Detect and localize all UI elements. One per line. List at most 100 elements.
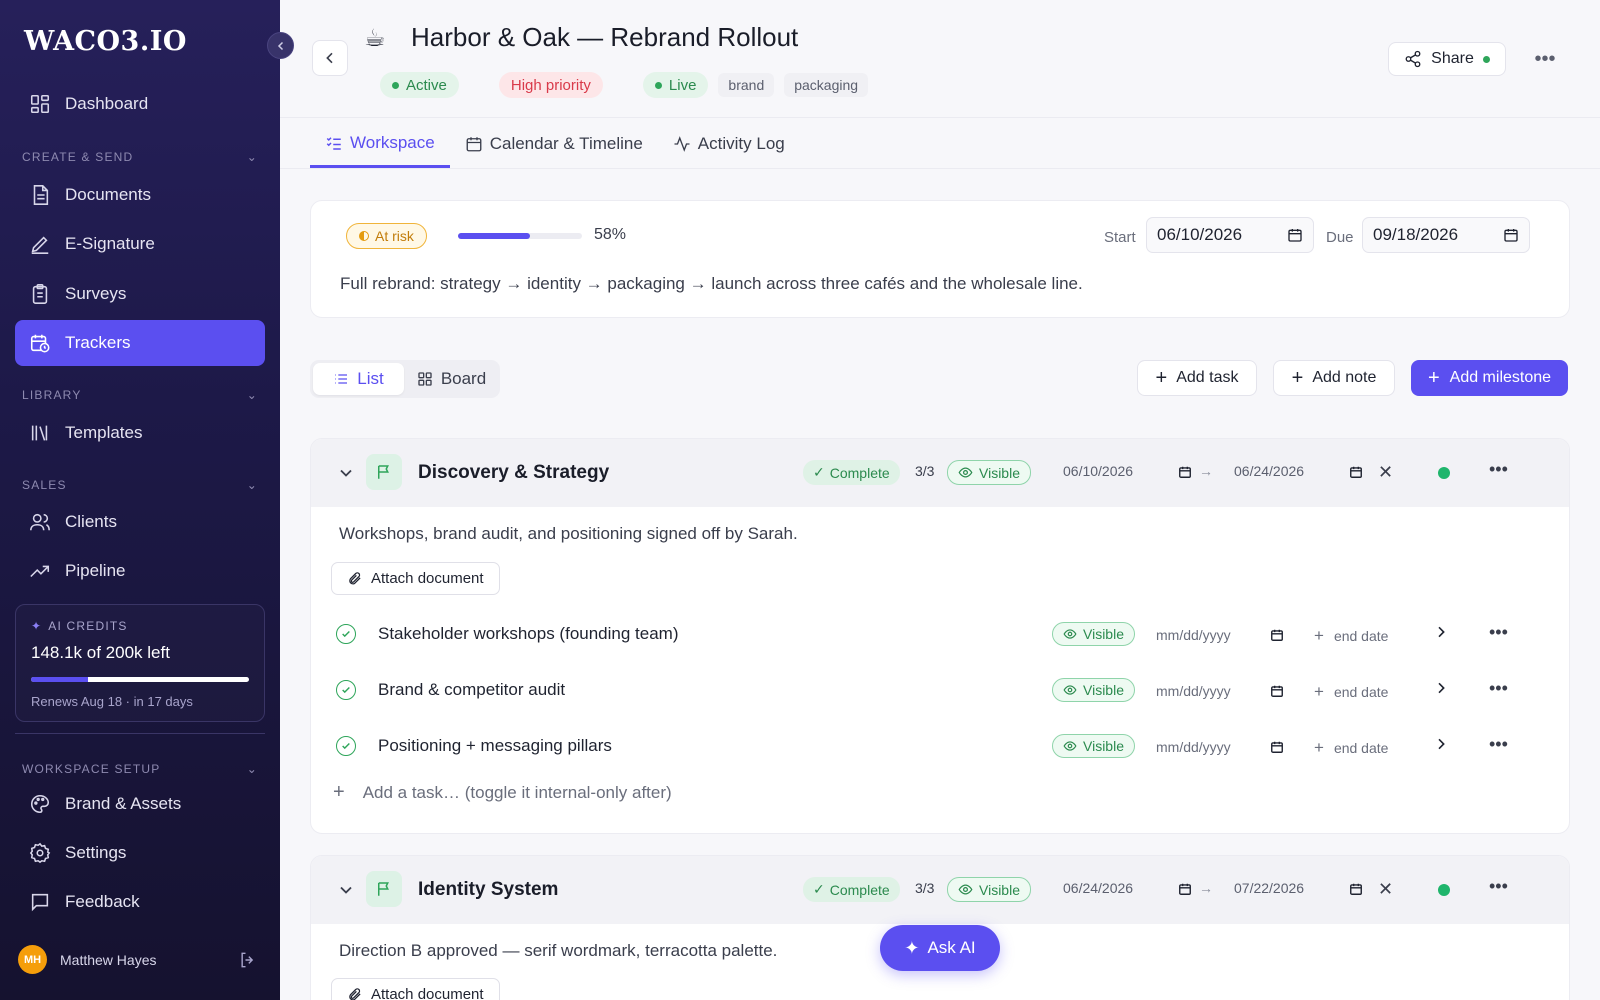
label-tag[interactable]: brand <box>718 73 775 97</box>
task-row[interactable]: Positioning + messaging pillars Visible … <box>311 719 1569 775</box>
close-icon[interactable]: ✕ <box>1378 879 1393 900</box>
milestone-start-date[interactable]: 06/10/2026 <box>1063 463 1133 479</box>
calendar-icon[interactable] <box>1178 882 1192 896</box>
project-description[interactable]: Full rebrand: strategy → identity → pack… <box>340 274 1083 294</box>
attach-document-button[interactable]: Attach document <box>331 562 500 595</box>
section-sales[interactable]: SALES ⌄ <box>22 478 258 492</box>
milestone-title[interactable]: Identity System <box>418 879 558 901</box>
section-library[interactable]: LIBRARY ⌄ <box>22 388 258 402</box>
milestone-header[interactable]: Discovery & Strategy ✓ Complete 3/3 Visib… <box>311 439 1569 507</box>
status-badge[interactable]: ✓ Complete <box>803 460 900 485</box>
due-date-input[interactable]: 09/18/2026 <box>1362 217 1530 253</box>
milestone-end-date[interactable]: 06/24/2026 <box>1234 463 1304 479</box>
milestone-header[interactable]: Identity System ✓ Complete 3/3 Visible 06… <box>311 856 1569 924</box>
add-end-date-button[interactable]: + end date <box>1314 682 1388 702</box>
add-note-button[interactable]: + Add note <box>1273 360 1395 396</box>
sidebar-item-trackers[interactable]: Trackers <box>15 320 265 366</box>
task-date-input[interactable]: mm/dd/yyyy <box>1156 627 1231 643</box>
visibility-badge[interactable]: Visible <box>1052 734 1135 758</box>
more-options-icon[interactable]: ••• <box>1489 734 1508 755</box>
calendar-icon[interactable] <box>1178 465 1192 479</box>
risk-badge[interactable]: At risk <box>346 223 427 249</box>
more-options-icon[interactable]: ••• <box>1489 678 1508 699</box>
user-profile[interactable]: MH Matthew Hayes <box>18 945 258 974</box>
add-end-date-button[interactable]: + end date <box>1314 626 1388 646</box>
tab-activity-log[interactable]: Activity Log <box>658 120 800 168</box>
chevron-right-icon[interactable] <box>1433 736 1449 752</box>
ask-ai-button[interactable]: ✦ Ask AI <box>880 925 1000 971</box>
calendar-icon[interactable] <box>1270 740 1284 754</box>
task-row[interactable]: Brand & competitor audit Visible mm/dd/y… <box>311 663 1569 719</box>
calendar-icon[interactable] <box>1349 882 1363 896</box>
calendar-icon[interactable] <box>1287 227 1303 243</box>
chevron-right-icon[interactable] <box>1433 680 1449 696</box>
chevron-right-icon[interactable] <box>1433 624 1449 640</box>
back-button[interactable] <box>312 40 348 76</box>
live-badge[interactable]: Live <box>642 72 709 98</box>
sidebar-item-clients[interactable]: Clients <box>15 499 265 545</box>
task-row[interactable]: Stakeholder workshops (founding team) Vi… <box>311 607 1569 663</box>
milestone-description[interactable]: Direction B approved — serif wordmark, t… <box>339 941 777 961</box>
sidebar-item-brand-assets[interactable]: Brand & Assets <box>15 781 265 827</box>
task-title[interactable]: Positioning + messaging pillars <box>378 736 612 756</box>
calendar-icon[interactable] <box>1270 628 1284 642</box>
project-emoji[interactable]: ☕ <box>364 24 386 53</box>
chevron-down-icon[interactable] <box>336 880 356 900</box>
visibility-badge[interactable]: Visible <box>947 877 1031 902</box>
sidebar-item-dashboard[interactable]: Dashboard <box>15 81 265 127</box>
calendar-icon[interactable] <box>1349 465 1363 479</box>
calendar-icon[interactable] <box>1270 684 1284 698</box>
sidebar-item-documents[interactable]: Documents <box>15 172 265 218</box>
close-icon[interactable]: ✕ <box>1378 462 1393 483</box>
add-task-button[interactable]: + Add task <box>1137 360 1257 396</box>
milestone-start-date[interactable]: 06/24/2026 <box>1063 880 1133 896</box>
check-circle-icon[interactable] <box>336 624 356 644</box>
sidebar-item-surveys[interactable]: Surveys <box>15 271 265 317</box>
check-circle-icon[interactable] <box>336 736 356 756</box>
sidebar-item-feedback[interactable]: Feedback <box>15 879 265 925</box>
ai-credits-card[interactable]: ✦ AI CREDITS 148.1k of 200k left Renews … <box>15 604 265 722</box>
share-button[interactable]: Share <box>1388 42 1506 76</box>
collapse-sidebar-button[interactable] <box>267 32 294 59</box>
attach-document-button[interactable]: Attach document <box>331 978 500 1000</box>
add-task-input[interactable]: + Add a task… (toggle it internal-only a… <box>333 781 672 804</box>
milestone-title[interactable]: Discovery & Strategy <box>418 462 609 484</box>
check-circle-icon[interactable] <box>336 680 356 700</box>
task-title[interactable]: Brand & competitor audit <box>378 680 565 700</box>
chevron-down-icon[interactable] <box>336 463 356 483</box>
task-date-input[interactable]: mm/dd/yyyy <box>1156 683 1231 699</box>
list-view-button[interactable]: List <box>313 363 404 395</box>
more-options-icon[interactable]: ••• <box>1530 44 1560 74</box>
label-tag[interactable]: packaging <box>784 73 869 97</box>
sidebar-item-settings[interactable]: Settings <box>15 830 265 876</box>
add-milestone-button[interactable]: + Add milestone <box>1411 360 1568 396</box>
task-title[interactable]: Stakeholder workshops (founding team) <box>378 624 679 644</box>
status-badge[interactable]: ✓ Complete <box>803 877 900 902</box>
tab-calendar-timeline[interactable]: Calendar & Timeline <box>450 120 658 168</box>
more-options-icon[interactable]: ••• <box>1489 459 1508 480</box>
status-dot[interactable] <box>1438 884 1450 896</box>
status-dot[interactable] <box>1438 467 1450 479</box>
task-date-input[interactable]: mm/dd/yyyy <box>1156 739 1231 755</box>
status-badge[interactable]: Active <box>380 72 459 98</box>
start-date-input[interactable]: 06/10/2026 <box>1146 217 1314 253</box>
visibility-badge[interactable]: Visible <box>1052 622 1135 646</box>
more-options-icon[interactable]: ••• <box>1489 622 1508 643</box>
priority-badge[interactable]: High priority <box>498 72 603 98</box>
app-logo[interactable]: WACO3.IO <box>24 26 187 57</box>
sidebar-item-templates[interactable]: Templates <box>15 410 265 456</box>
tab-workspace[interactable]: Workspace <box>310 120 450 168</box>
logout-icon[interactable] <box>238 950 258 970</box>
milestone-description[interactable]: Workshops, brand audit, and positioning … <box>339 524 798 544</box>
sidebar-item-esignature[interactable]: E-Signature <box>15 221 265 267</box>
visibility-badge[interactable]: Visible <box>1052 678 1135 702</box>
board-view-button[interactable]: Board <box>406 363 497 395</box>
add-end-date-button[interactable]: + end date <box>1314 738 1388 758</box>
sidebar-item-pipeline[interactable]: Pipeline <box>15 548 265 594</box>
milestone-end-date[interactable]: 07/22/2026 <box>1234 880 1304 896</box>
section-create-send[interactable]: CREATE & SEND ⌄ <box>22 150 258 164</box>
page-title[interactable]: Harbor & Oak — Rebrand Rollout <box>411 22 798 53</box>
more-options-icon[interactable]: ••• <box>1489 876 1508 897</box>
visibility-badge[interactable]: Visible <box>947 460 1031 485</box>
section-workspace-setup[interactable]: WORKSPACE SETUP ⌄ <box>22 762 258 776</box>
